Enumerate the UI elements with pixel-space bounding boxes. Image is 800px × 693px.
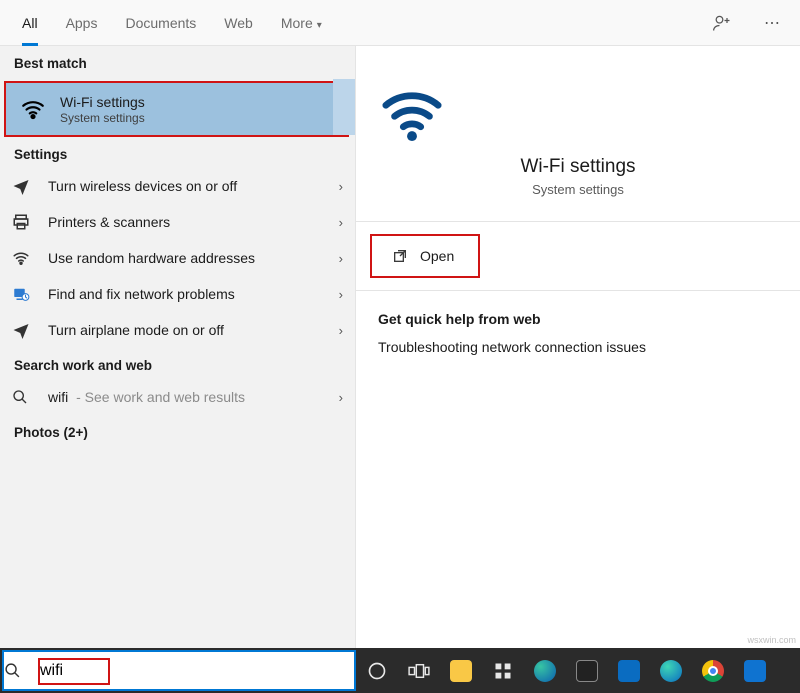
settings-item-label: Turn airplane mode on or off — [48, 322, 339, 338]
preview-subtitle: System settings — [376, 182, 780, 197]
settings-item-wireless-toggle[interactable]: Turn wireless devices on or off › — [0, 168, 355, 204]
taskbar-app-store[interactable] — [566, 648, 608, 693]
taskbar-search[interactable] — [2, 650, 356, 691]
more-options-icon[interactable]: ⋯ — [752, 13, 792, 33]
selection-stripe — [333, 79, 355, 135]
taskbar-app-vscode[interactable] — [608, 648, 650, 693]
web-search-item[interactable]: wifi - See work and web results › — [0, 379, 355, 415]
wifi-icon — [376, 82, 780, 146]
web-search-term: wifi — [48, 389, 68, 405]
settings-item-random-mac[interactable]: Use random hardware addresses › — [0, 240, 355, 276]
best-match-label: Best match — [0, 46, 355, 77]
taskbar-app-chrome[interactable] — [692, 648, 734, 693]
settings-item-label: Turn wireless devices on or off — [48, 178, 339, 194]
web-section-label: Search work and web — [0, 348, 355, 379]
tab-documents[interactable]: Documents — [111, 0, 210, 46]
settings-label: Settings — [0, 137, 355, 168]
tab-apps[interactable]: Apps — [52, 0, 112, 46]
search-input[interactable] — [38, 661, 98, 681]
preview-title: Wi-Fi settings — [376, 156, 780, 178]
open-label: Open — [420, 248, 454, 264]
best-match-band: Wi-Fi settings System settings — [0, 79, 355, 135]
taskbar-app-grid[interactable] — [482, 648, 524, 693]
settings-item-label: Printers & scanners — [48, 214, 339, 230]
search-icon — [12, 389, 36, 405]
feedback-icon[interactable] — [712, 13, 752, 33]
search-icon — [4, 662, 38, 679]
tab-web[interactable]: Web — [210, 0, 267, 46]
settings-item-label: Find and fix network problems — [48, 286, 339, 302]
airplane-icon — [12, 177, 36, 195]
open-external-icon — [392, 248, 408, 264]
wifi-icon — [20, 96, 48, 122]
search-tabs: All Apps Documents Web More ▾ ⋯ — [0, 0, 800, 46]
results-panel: Best match Wi-Fi settings System setting… — [0, 46, 356, 648]
tab-more[interactable]: More ▾ — [267, 0, 336, 46]
taskbar-app-edge[interactable] — [650, 648, 692, 693]
open-button[interactable]: Open — [370, 234, 480, 278]
best-match-item[interactable]: Wi-Fi settings System settings — [4, 81, 349, 137]
divider — [356, 290, 800, 291]
chevron-right-icon: › — [339, 287, 343, 302]
chevron-right-icon: › — [339, 323, 343, 338]
taskbar-app-edge-legacy[interactable] — [524, 648, 566, 693]
taskbar-app-file-explorer[interactable] — [440, 648, 482, 693]
taskbar — [0, 648, 800, 693]
preview-hero: Wi-Fi settings System settings — [356, 46, 800, 217]
chevron-right-icon: › — [339, 390, 343, 405]
settings-item-network-troubleshoot[interactable]: Find and fix network problems › — [0, 276, 355, 312]
best-match-title: Wi-Fi settings — [60, 94, 145, 110]
web-search-suffix: - See work and web results — [72, 389, 245, 405]
chevron-down-icon: ▾ — [317, 20, 322, 31]
settings-item-printers[interactable]: Printers & scanners › — [0, 204, 355, 240]
settings-item-label: Use random hardware addresses — [48, 250, 339, 266]
troubleshoot-icon — [12, 285, 36, 303]
chevron-right-icon: › — [339, 251, 343, 266]
printer-icon — [12, 213, 36, 231]
best-match-subtitle: System settings — [60, 111, 145, 125]
quick-help-link[interactable]: Troubleshooting network connection issue… — [356, 333, 800, 361]
chevron-right-icon: › — [339, 215, 343, 230]
tab-more-label: More — [281, 15, 313, 31]
task-view-button[interactable] — [398, 648, 440, 693]
photos-section-label[interactable]: Photos (2+) — [0, 415, 355, 446]
chevron-right-icon: › — [339, 179, 343, 194]
wifi-icon — [12, 249, 36, 267]
watermark: wsxwin.com — [747, 635, 796, 645]
divider — [356, 221, 800, 222]
settings-item-airplane[interactable]: Turn airplane mode on or off › — [0, 312, 355, 348]
quick-help-title: Get quick help from web — [356, 295, 800, 333]
taskbar-app-mail[interactable] — [734, 648, 776, 693]
tab-all[interactable]: All — [8, 0, 52, 46]
preview-panel: Wi-Fi settings System settings Open Get … — [356, 46, 800, 648]
airplane-icon — [12, 321, 36, 339]
cortana-button[interactable] — [356, 648, 398, 693]
